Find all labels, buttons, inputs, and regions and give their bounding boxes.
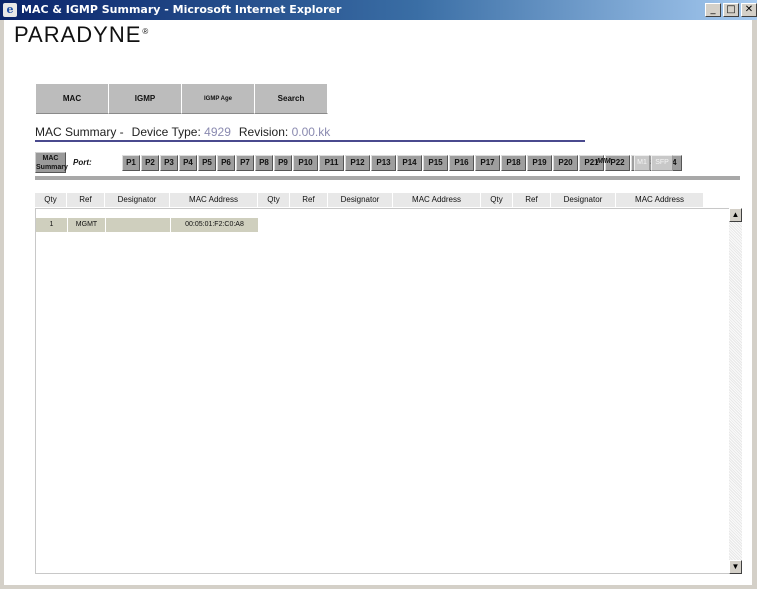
port-button-p19[interactable]: P19 <box>527 155 552 171</box>
tab-mac[interactable]: MAC <box>36 84 109 114</box>
tab-search[interactable]: Search <box>255 84 328 114</box>
column-header-ref: Ref <box>290 193 328 207</box>
nav-tabs: MAC IGMP IGMP Age Search <box>36 84 328 114</box>
mim-sfp-button[interactable]: SFP <box>651 155 673 171</box>
port-button-p10[interactable]: P10 <box>293 155 318 171</box>
internet-explorer-icon: e <box>3 3 17 17</box>
tab-igmp-age[interactable]: IGMP Age <box>182 84 255 114</box>
port-button-p4[interactable]: P4 <box>179 155 197 171</box>
column-header-mac-address: MAC Address <box>170 193 258 207</box>
window-title-bar: e MAC & IGMP Summary - Microsoft Interne… <box>0 0 757 20</box>
mac-table: 1 MGMT 00:05:01:F2:C0:A8 <box>35 208 741 574</box>
page-title-text: MAC Summary - <box>35 125 124 139</box>
device-type-value: 4929 <box>204 125 231 139</box>
column-header-qty: Qty <box>258 193 290 207</box>
port-button-p13[interactable]: P13 <box>371 155 396 171</box>
port-button-p5[interactable]: P5 <box>198 155 216 171</box>
table-header: Qty Ref Designator MAC Address Qty Ref Designa… <box>35 193 704 207</box>
vertical-scrollbar[interactable]: ▲ ▼ <box>729 208 742 574</box>
column-header-qty: Qty <box>481 193 513 207</box>
close-button[interactable]: ✕ <box>741 3 757 17</box>
cell-qty: 1 <box>36 218 68 232</box>
column-header-designator: Designator <box>105 193 170 207</box>
port-button-p8[interactable]: P8 <box>255 155 273 171</box>
cell-designator <box>106 218 171 232</box>
window-frame-bottom <box>0 585 757 589</box>
scroll-up-button[interactable]: ▲ <box>729 208 742 222</box>
column-header-designator: Designator <box>551 193 616 207</box>
port-button-p9[interactable]: P9 <box>274 155 292 171</box>
heading-divider <box>35 140 585 142</box>
revision-label: Revision: <box>238 125 289 139</box>
window-frame-left <box>0 20 4 589</box>
port-button-p1[interactable]: P1 <box>122 155 140 171</box>
port-button-p14[interactable]: P14 <box>397 155 422 171</box>
column-header-designator: Designator <box>328 193 393 207</box>
port-button-p20[interactable]: P20 <box>553 155 578 171</box>
mim-label: MIM: <box>597 158 613 165</box>
column-header-ref: Ref <box>67 193 105 207</box>
mac-summary-button[interactable]: MAC Summary <box>35 152 68 173</box>
maximize-button[interactable]: □ <box>723 3 739 17</box>
port-toolbar: MAC Summary Port: P1 P2 P3 P4 P5 P6 P7 P8 P9 P10 P1… <box>35 150 740 178</box>
window-frame-right <box>752 20 757 589</box>
window-title: MAC & IGMP Summary - Microsoft Internet … <box>21 3 342 16</box>
column-header-ref: Ref <box>513 193 551 207</box>
column-header-mac-address: MAC Address <box>616 193 704 207</box>
toolbar-divider <box>35 176 740 180</box>
port-button-p18[interactable]: P18 <box>501 155 526 171</box>
mac-summary-line2: Summary <box>36 164 68 171</box>
minimize-button[interactable]: _ <box>705 3 721 17</box>
mim-buttons: M1 SFP <box>634 155 673 171</box>
page-title: MAC Summary - Device Type: 4929 Revision: … <box>35 125 330 139</box>
port-button-p16[interactable]: P16 <box>449 155 474 171</box>
port-button-p7[interactable]: P7 <box>236 155 254 171</box>
paradyne-logo: PARADYNE® <box>14 22 149 48</box>
cell-mac-address: 00:05:01:F2:C0:A8 <box>171 218 259 232</box>
window-controls: _ □ ✕ <box>705 3 757 17</box>
port-button-p6[interactable]: P6 <box>217 155 235 171</box>
port-button-p17[interactable]: P17 <box>475 155 500 171</box>
table-row: 1 MGMT 00:05:01:F2:C0:A8 <box>36 218 259 232</box>
mac-summary-line1: MAC <box>42 155 59 162</box>
device-type-label: Device Type: <box>131 125 201 139</box>
port-button-p15[interactable]: P15 <box>423 155 448 171</box>
logo-trademark: ® <box>142 26 150 36</box>
tab-igmp[interactable]: IGMP <box>109 84 182 114</box>
port-label: Port: <box>73 158 92 167</box>
logo-text: PARADYNE <box>14 22 142 47</box>
column-header-mac-address: MAC Address <box>393 193 481 207</box>
cell-ref: MGMT <box>68 218 106 232</box>
port-button-p11[interactable]: P11 <box>319 155 344 171</box>
port-button-p2[interactable]: P2 <box>141 155 159 171</box>
port-button-p3[interactable]: P3 <box>160 155 178 171</box>
scroll-down-button[interactable]: ▼ <box>729 560 742 574</box>
mim-m1-button[interactable]: M1 <box>634 155 650 171</box>
column-header-qty: Qty <box>35 193 67 207</box>
revision-value: 0.00.kk <box>291 125 331 139</box>
port-button-p12[interactable]: P12 <box>345 155 370 171</box>
